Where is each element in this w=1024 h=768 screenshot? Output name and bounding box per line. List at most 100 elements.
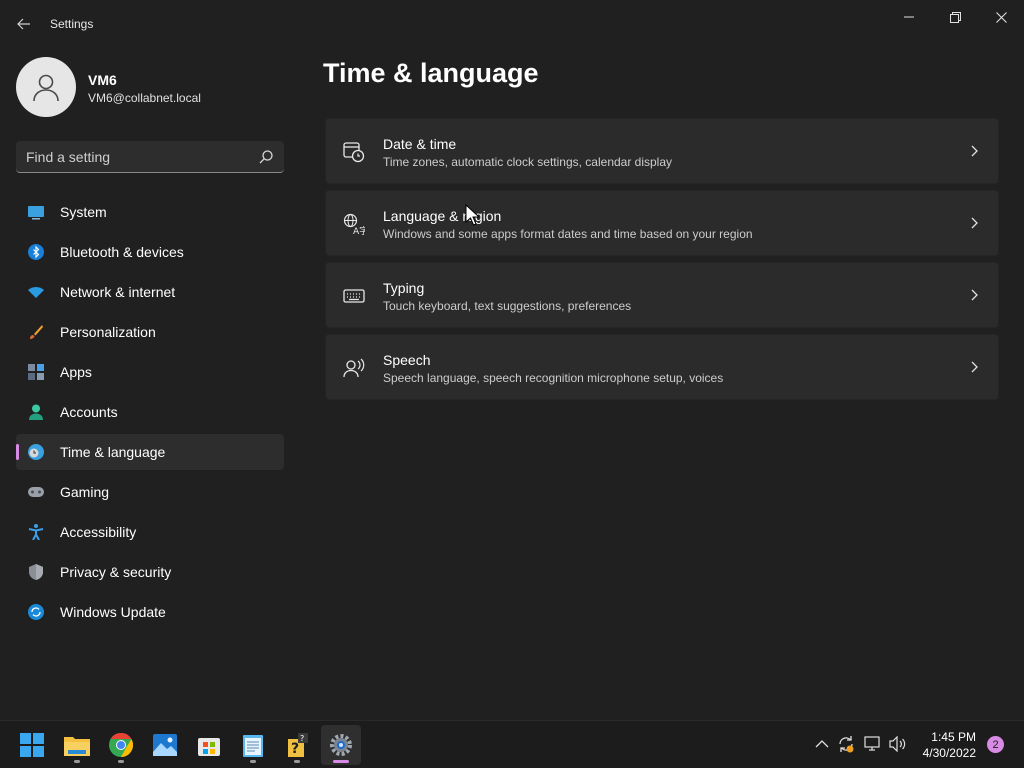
sidebar-nav: System Bluetooth & devices Network & int… [16, 194, 284, 634]
title-bar: Settings [0, 0, 1024, 48]
sidebar-item-label: Personalization [60, 324, 156, 340]
running-indicator [333, 760, 349, 763]
taskbar-help[interactable]: ?? [277, 725, 317, 765]
accessibility-icon [28, 524, 44, 540]
card-date-time[interactable]: Date & time Time zones, automatic clock … [325, 118, 999, 184]
card-title: Speech [383, 352, 431, 368]
card-description: Touch keyboard, text suggestions, prefer… [383, 299, 632, 313]
gamepad-icon [28, 487, 44, 497]
wifi-icon [28, 287, 44, 298]
store-icon [198, 738, 220, 756]
svg-text:?: ? [291, 741, 299, 757]
taskbar-settings[interactable] [321, 725, 361, 765]
search-box[interactable] [16, 141, 284, 173]
user-email: VM6@collabnet.local [88, 91, 201, 105]
tray-volume-button[interactable] [889, 735, 907, 753]
card-language-region[interactable]: A字 Language & region Windows and some ap… [325, 190, 999, 256]
sidebar-item-privacy[interactable]: Privacy & security [16, 554, 284, 590]
sidebar-item-label: System [60, 204, 107, 220]
avatar[interactable] [16, 57, 76, 117]
sidebar-item-network[interactable]: Network & internet [16, 274, 284, 310]
chevron-right-icon [971, 361, 978, 373]
card-title: Language & region [383, 208, 502, 224]
minimize-button[interactable] [886, 4, 932, 30]
taskbar: ?? 1:45 PM 4/30/2022 [0, 720, 1024, 768]
sidebar-item-label: Apps [60, 364, 92, 380]
speech-icon [343, 358, 365, 378]
back-arrow-icon [17, 18, 30, 30]
chevron-right-icon [971, 145, 978, 157]
user-name: VM6 [88, 72, 117, 88]
taskbar-store[interactable] [189, 725, 229, 765]
start-icon [20, 733, 44, 757]
search-input[interactable] [26, 141, 256, 172]
time-language-icon [28, 444, 44, 460]
card-description: Speech language, speech recognition micr… [383, 371, 724, 385]
restore-button[interactable] [932, 4, 978, 30]
file-explorer-icon [64, 737, 90, 756]
network-icon [864, 736, 880, 751]
back-button[interactable] [12, 12, 36, 36]
sidebar-item-personalization[interactable]: Personalization [16, 314, 284, 350]
sync-icon [839, 736, 854, 753]
svg-text:A字: A字 [353, 225, 365, 235]
clock-time[interactable]: 1:45 PM [931, 730, 976, 744]
system-icon [28, 206, 44, 220]
calendar-clock-icon [343, 142, 365, 163]
start-button[interactable] [12, 725, 52, 765]
update-icon [28, 604, 44, 620]
chevron-up-icon [815, 740, 829, 748]
photos-icon [153, 734, 177, 756]
apps-icon [28, 364, 44, 380]
taskbar-chrome[interactable] [101, 725, 141, 765]
show-hidden-icons-button[interactable] [813, 735, 831, 753]
running-indicator [74, 760, 80, 763]
window-title: Settings [50, 17, 94, 31]
clock-date[interactable]: 4/30/2022 [923, 746, 976, 760]
tray-sync-button[interactable] [837, 735, 855, 753]
sidebar-item-label: Privacy & security [60, 564, 172, 580]
restore-icon [949, 11, 961, 23]
sidebar-item-system[interactable]: System [16, 194, 284, 230]
running-indicator [294, 760, 300, 763]
close-button[interactable] [978, 4, 1024, 30]
bluetooth-icon [28, 244, 44, 260]
keyboard-icon [343, 289, 365, 303]
sidebar-item-apps[interactable]: Apps [16, 354, 284, 390]
notepad-icon [243, 735, 263, 757]
card-description: Windows and some apps format dates and t… [383, 227, 753, 241]
sidebar-item-bluetooth[interactable]: Bluetooth & devices [16, 234, 284, 270]
sidebar-item-gaming[interactable]: Gaming [16, 474, 284, 510]
settings-cards: Date & time Time zones, automatic clock … [325, 118, 999, 406]
taskbar-photos[interactable] [145, 725, 185, 765]
mouse-cursor-icon [465, 204, 479, 226]
settings-icon [330, 734, 352, 756]
taskbar-notepad[interactable] [233, 725, 273, 765]
chevron-right-icon [971, 289, 978, 301]
notification-badge[interactable]: 2 [987, 736, 1004, 753]
sidebar-item-label: Accessibility [60, 524, 137, 540]
brush-icon [30, 325, 43, 339]
chrome-icon [109, 733, 133, 757]
taskbar-file-explorer[interactable] [57, 725, 97, 765]
accounts-icon [29, 404, 43, 420]
sidebar-item-label: Gaming [60, 484, 110, 500]
sidebar-item-label: Time & language [60, 444, 166, 460]
user-icon [33, 74, 59, 102]
card-title: Typing [383, 280, 425, 296]
tray-network-button[interactable] [864, 735, 882, 753]
card-typing[interactable]: Typing Touch keyboard, text suggestions,… [325, 262, 999, 328]
card-title: Date & time [383, 136, 457, 152]
search-icon[interactable] [258, 149, 274, 165]
volume-icon [889, 736, 906, 752]
sidebar-item-accessibility[interactable]: Accessibility [16, 514, 284, 550]
sidebar-item-time-language[interactable]: Time & language [16, 434, 284, 470]
card-speech[interactable]: Speech Speech language, speech recogniti… [325, 334, 999, 400]
help-icon: ?? [288, 733, 308, 757]
card-description: Time zones, automatic clock settings, ca… [383, 155, 673, 169]
sidebar-item-accounts[interactable]: Accounts [16, 394, 284, 430]
page-title: Time & language [323, 58, 539, 88]
running-indicator [118, 760, 124, 763]
sidebar-item-windows-update[interactable]: Windows Update [16, 594, 284, 630]
sidebar-item-label: Network & internet [60, 284, 176, 300]
